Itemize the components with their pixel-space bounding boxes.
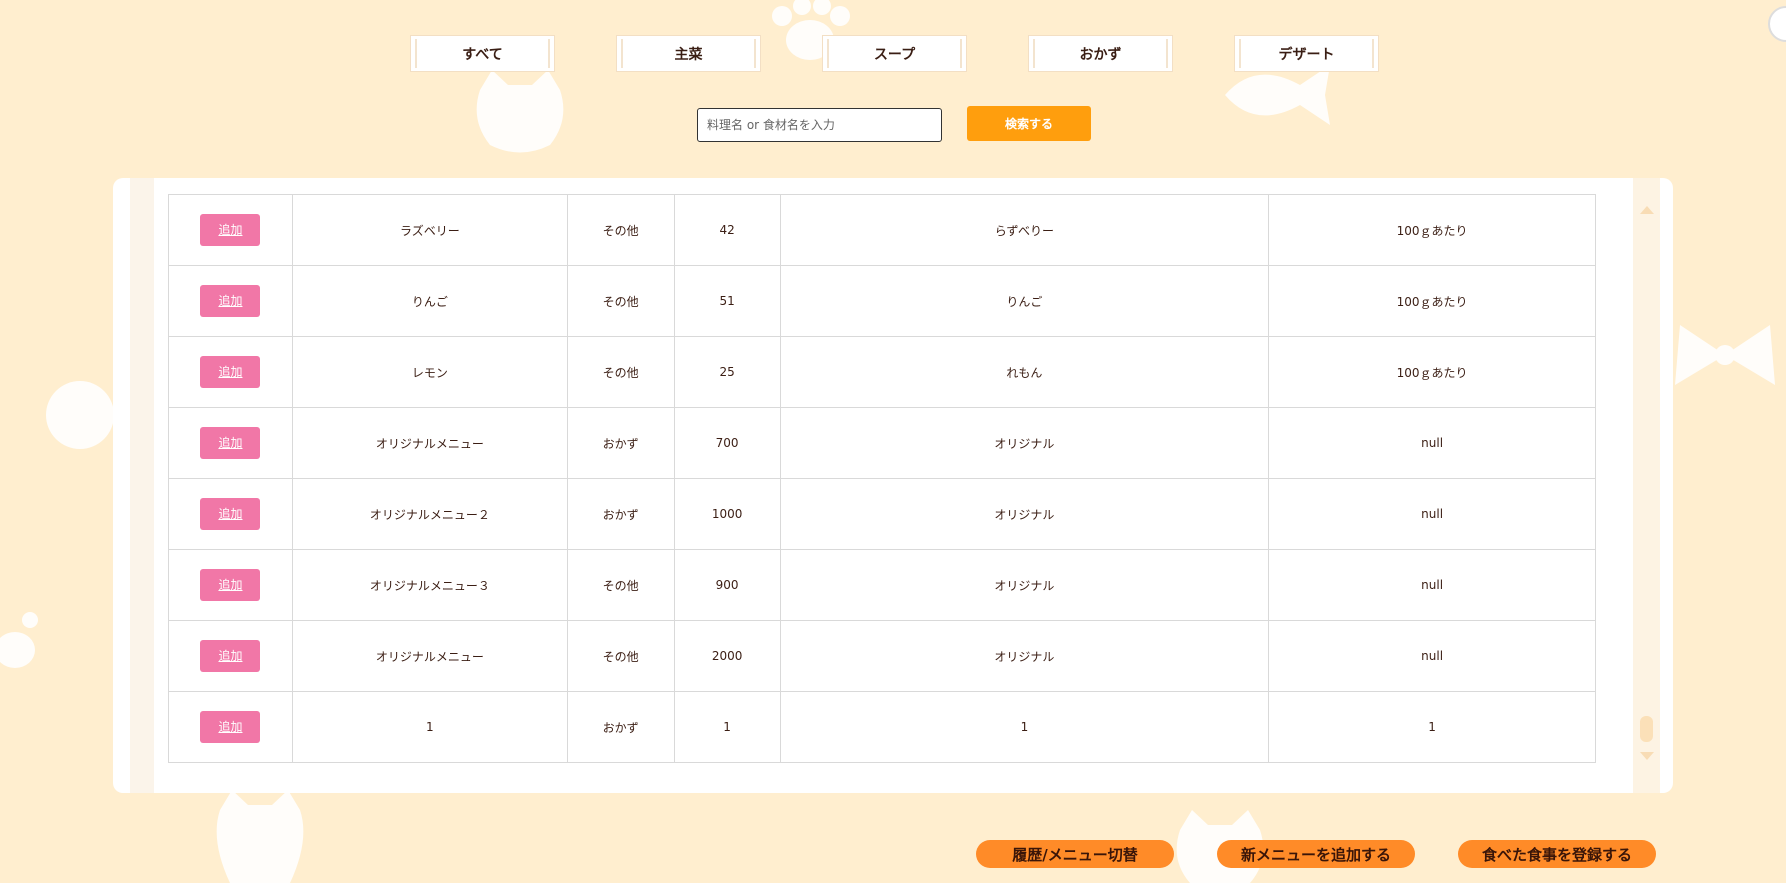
add-button[interactable]: 追加 <box>200 427 261 459</box>
food-name-cell: レモン <box>291 336 568 408</box>
category-cell: その他 <box>566 336 675 408</box>
food-name-cell: ラズベリー <box>291 194 568 266</box>
add-button[interactable]: 追加 <box>200 711 261 743</box>
cat-decoration <box>476 70 564 153</box>
table-row: 追加 オリジナルメニュー２ おかず 1000 オリジナル null <box>168 478 1596 550</box>
tab-main-dish[interactable]: 主菜 <box>616 35 761 72</box>
add-button[interactable]: 追加 <box>200 640 261 672</box>
calorie-cell: 25 <box>673 336 781 408</box>
table-row: 追加 オリジナルメニュー おかず 700 オリジナル null <box>168 407 1596 479</box>
category-cell: その他 <box>566 194 675 266</box>
calorie-cell: 1000 <box>673 478 781 550</box>
add-cell: 追加 <box>168 336 293 408</box>
food-name-cell: りんご <box>291 265 568 337</box>
food-table-scroll-area[interactable]: 追加 ラズベリー その他 42 らずべりー 100ｇあたり 追加 りんご その他 51 りんご 100… <box>168 178 1598 793</box>
table-row: 追加 レモン その他 25 れもん 100ｇあたり <box>168 336 1596 408</box>
add-button[interactable]: 追加 <box>200 356 261 388</box>
unit-cell: null <box>1268 478 1596 550</box>
category-cell: おかず <box>566 407 675 479</box>
reading-cell: オリジナル <box>779 407 1270 479</box>
table-row: 追加 オリジナルメニュー その他 2000 オリジナル null <box>168 620 1596 692</box>
calorie-cell: 700 <box>673 407 781 479</box>
food-table-panel: 追加 ラズベリー その他 42 らずべりー 100ｇあたり 追加 りんご その他 51 りんご 100… <box>113 178 1673 793</box>
food-name-cell: オリジナルメニュー３ <box>291 549 568 621</box>
calorie-cell: 900 <box>673 549 781 621</box>
category-cell: おかず <box>566 478 675 550</box>
tab-soup[interactable]: スープ <box>822 35 967 72</box>
vertical-scrollbar[interactable] <box>1633 178 1660 793</box>
category-cell: その他 <box>566 620 675 692</box>
unit-cell: 100ｇあたり <box>1268 265 1596 337</box>
reading-cell: らずべりー <box>779 194 1270 266</box>
add-cell: 追加 <box>168 549 293 621</box>
add-button[interactable]: 追加 <box>200 214 261 246</box>
add-button[interactable]: 追加 <box>200 569 261 601</box>
unit-cell: null <box>1268 620 1596 692</box>
category-cell: その他 <box>566 549 675 621</box>
food-name-cell: 1 <box>291 691 568 763</box>
add-cell: 追加 <box>168 478 293 550</box>
calorie-cell: 51 <box>673 265 781 337</box>
category-cell: その他 <box>566 265 675 337</box>
add-button[interactable]: 追加 <box>200 498 261 530</box>
paw-decoration <box>0 612 38 668</box>
calorie-cell: 2000 <box>673 620 781 692</box>
unit-cell: 100ｇあたり <box>1268 336 1596 408</box>
unit-cell: null <box>1268 549 1596 621</box>
calorie-cell: 42 <box>673 194 781 266</box>
add-cell: 追加 <box>168 620 293 692</box>
bell-decoration <box>46 381 114 449</box>
panel-edge <box>130 178 154 793</box>
add-button[interactable]: 追加 <box>200 285 261 317</box>
food-name-cell: オリジナルメニュー <box>291 407 568 479</box>
tab-side-dish[interactable]: おかず <box>1028 35 1173 72</box>
scroll-up-arrow-icon[interactable] <box>1640 206 1654 214</box>
tab-all[interactable]: すべて <box>410 35 555 72</box>
scrollbar-thumb[interactable] <box>1640 716 1653 742</box>
cat-decoration <box>216 790 304 883</box>
history-menu-toggle-button[interactable]: 履歴/メニュー切替 <box>976 840 1174 868</box>
unit-cell: 100ｇあたり <box>1268 194 1596 266</box>
reading-cell: 1 <box>779 691 1270 763</box>
add-cell: 追加 <box>168 407 293 479</box>
search-button[interactable]: 検索する <box>967 106 1091 141</box>
tab-dessert[interactable]: デザート <box>1234 35 1379 72</box>
bow-decoration <box>1675 325 1775 385</box>
category-cell: おかず <box>566 691 675 763</box>
food-name-cell: オリジナルメニュー２ <box>291 478 568 550</box>
reading-cell: オリジナル <box>779 478 1270 550</box>
search-input[interactable] <box>697 108 942 142</box>
food-table: 追加 ラズベリー その他 42 らずべりー 100ｇあたり 追加 りんご その他 51 りんご 100… <box>168 194 1596 763</box>
unit-cell: null <box>1268 407 1596 479</box>
table-row: 追加 りんご その他 51 りんご 100ｇあたり <box>168 265 1596 337</box>
food-name-cell: オリジナルメニュー <box>291 620 568 692</box>
reading-cell: オリジナル <box>779 549 1270 621</box>
scroll-down-arrow-icon[interactable] <box>1640 752 1654 760</box>
table-row: 追加 オリジナルメニュー３ その他 900 オリジナル null <box>168 549 1596 621</box>
table-row: 追加 1 おかず 1 1 1 <box>168 691 1596 763</box>
add-cell: 追加 <box>168 194 293 266</box>
unit-cell: 1 <box>1268 691 1596 763</box>
table-row: 追加 ラズベリー その他 42 らずべりー 100ｇあたり <box>168 194 1596 266</box>
reading-cell: れもん <box>779 336 1270 408</box>
reading-cell: りんご <box>779 265 1270 337</box>
reading-cell: オリジナル <box>779 620 1270 692</box>
add-cell: 追加 <box>168 265 293 337</box>
category-tabs: すべて 主菜 スープ おかず デザート <box>0 35 1786 73</box>
register-meal-button[interactable]: 食べた食事を登録する <box>1458 840 1656 868</box>
calorie-cell: 1 <box>673 691 781 763</box>
add-cell: 追加 <box>168 691 293 763</box>
add-new-menu-button[interactable]: 新メニューを追加する <box>1217 840 1415 868</box>
